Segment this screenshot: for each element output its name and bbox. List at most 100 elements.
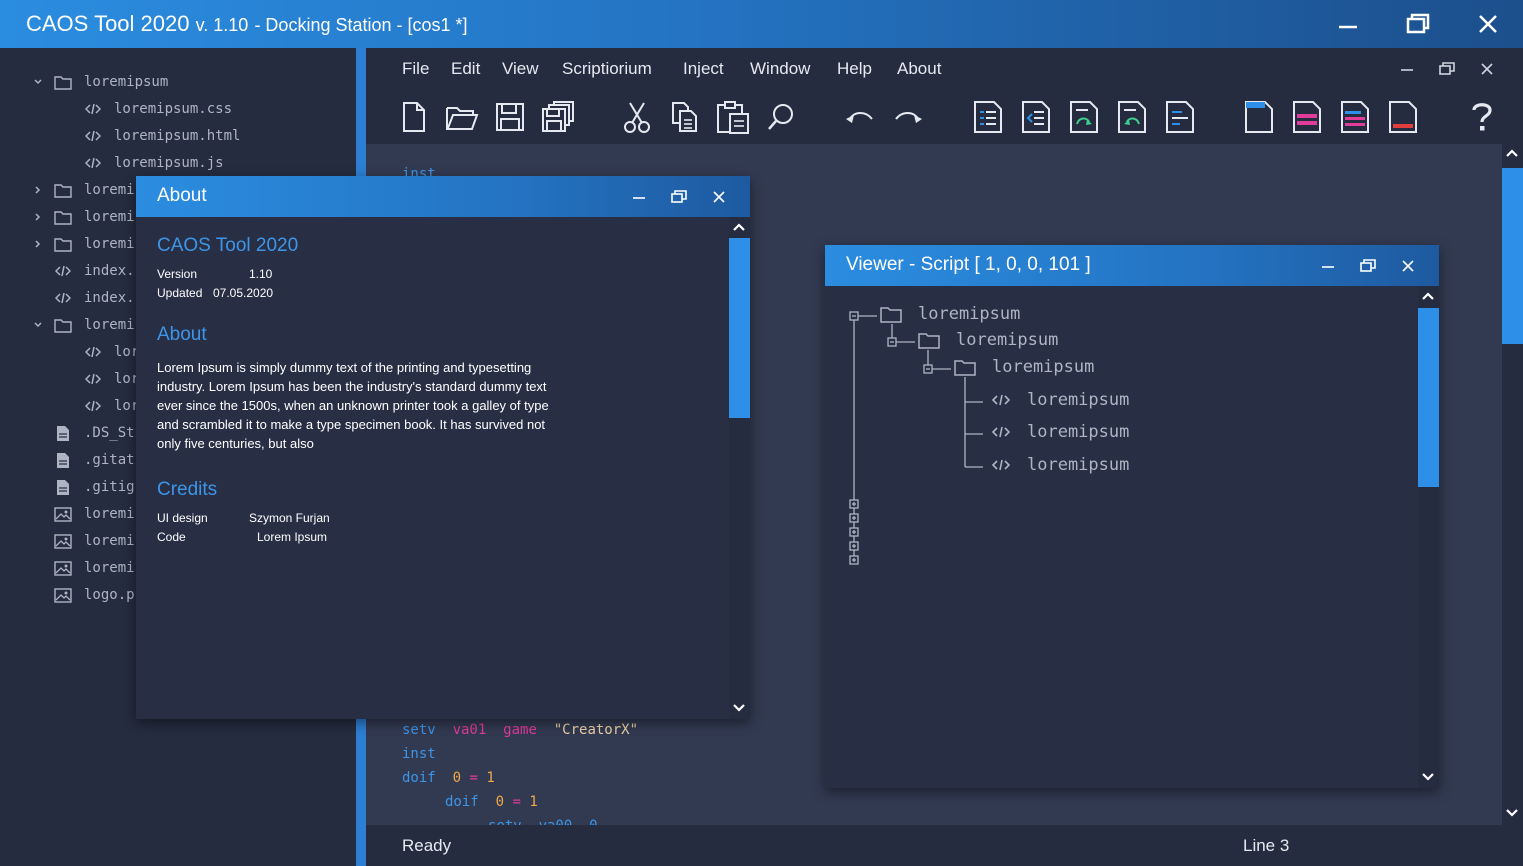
code-line-1: setv va01 game "CreatorX" <box>402 722 639 738</box>
folder-item-icon <box>54 237 72 252</box>
code-item-icon <box>84 373 102 385</box>
open-folder-icon[interactable] <box>443 98 481 136</box>
page-lines-multicolor-icon[interactable] <box>1336 98 1374 136</box>
sidebar-item[interactable]: index. <box>54 285 135 311</box>
redo-icon[interactable] <box>889 98 927 136</box>
code-line-2: inst <box>402 746 436 762</box>
about-close-button[interactable] <box>707 188 731 206</box>
about-scrollbar[interactable] <box>729 217 750 719</box>
search-icon[interactable] <box>762 98 800 136</box>
editor-scroll-thumb[interactable] <box>1502 168 1523 344</box>
sidebar-item[interactable]: .gitig <box>54 474 135 500</box>
undo-icon[interactable] <box>841 98 879 136</box>
scroll-up-icon <box>1506 149 1518 157</box>
document-icon <box>57 425 69 441</box>
viewer-tree-item[interactable]: loremipsum <box>880 304 1020 324</box>
menu-view[interactable]: View <box>502 59 539 79</box>
doc-indent-blue-icon[interactable] <box>1017 98 1055 136</box>
folder-item-icon <box>54 183 72 198</box>
about-dialog-title: About <box>157 185 207 206</box>
about-dialog-titlebar[interactable]: About <box>136 176 750 217</box>
viewer-scroll-thumb[interactable] <box>1418 308 1439 487</box>
viewer-restore-button[interactable] <box>1356 257 1380 275</box>
viewer-close-button[interactable] <box>1396 257 1420 275</box>
doc-redo-green-icon[interactable] <box>1065 98 1103 136</box>
sidebar-item[interactable]: loremipsum.html <box>84 123 240 149</box>
image-item-icon <box>54 560 72 576</box>
about-heading: About <box>157 324 207 345</box>
minimize-button[interactable] <box>1328 8 1368 40</box>
viewer-tree-item[interactable]: loremipsum <box>954 357 1094 377</box>
menu-inject[interactable]: Inject <box>683 59 724 79</box>
close-button[interactable] <box>1468 8 1508 40</box>
sidebar-item[interactable]: .DS_St <box>54 420 135 446</box>
menu-window[interactable]: Window <box>750 59 810 79</box>
doc-list-blue-icon[interactable] <box>969 98 1007 136</box>
sidebar-item-label: loremi <box>84 209 135 225</box>
doc-restore-button[interactable] <box>1435 60 1459 78</box>
help-icon[interactable] <box>1463 98 1501 136</box>
viewer-minimize-button[interactable] <box>1316 257 1340 275</box>
viewer-tree-item[interactable]: loremipsum <box>991 390 1129 410</box>
doc-undo-green-icon[interactable] <box>1113 98 1151 136</box>
file-item-icon <box>54 425 72 442</box>
doc-minimize-button[interactable] <box>1395 60 1419 78</box>
about-restore-button[interactable] <box>667 188 691 206</box>
save-all-icon[interactable] <box>539 98 577 136</box>
new-file-icon[interactable] <box>395 98 433 136</box>
code-credit-value: Lorem Ipsum <box>257 530 328 544</box>
cut-icon[interactable] <box>618 98 656 136</box>
image-file-icon <box>54 587 72 603</box>
viewer-tree-item[interactable]: loremipsum <box>991 455 1129 475</box>
sidebar-item[interactable]: loremi <box>54 501 135 527</box>
doc-lines-blue-icon[interactable] <box>1161 98 1199 136</box>
restore-button[interactable] <box>1398 8 1438 40</box>
about-scroll-thumb[interactable] <box>729 238 750 418</box>
sidebar-item[interactable]: lor <box>84 366 139 392</box>
sidebar-item[interactable]: loremi <box>54 555 135 581</box>
sidebar-item-label: .DS_St <box>84 425 135 441</box>
sidebar-item[interactable]: .gitat <box>54 447 135 473</box>
code-file-icon <box>991 426 1011 438</box>
copy-icon[interactable] <box>666 98 704 136</box>
sidebar-item[interactable]: loremipsum.css <box>84 96 232 122</box>
sidebar-item[interactable]: loremipsum <box>32 69 168 95</box>
menu-edit[interactable]: Edit <box>451 59 480 79</box>
editor-scrollbar[interactable] <box>1502 144 1523 825</box>
sidebar-item[interactable]: lor <box>84 393 139 419</box>
sidebar-item[interactable]: logo.p <box>54 582 135 608</box>
expand-toggle[interactable] <box>32 321 44 329</box>
expand-toggle[interactable] <box>32 239 44 249</box>
menu-file[interactable]: File <box>402 59 429 79</box>
doc-close-button[interactable] <box>1475 60 1499 78</box>
viewer-tree-item[interactable]: loremipsum <box>918 330 1058 350</box>
page-red-icon[interactable] <box>1384 98 1422 136</box>
menu-help[interactable]: Help <box>837 59 872 79</box>
about-minimize-button[interactable] <box>627 188 651 206</box>
chevron-down-icon <box>34 79 42 85</box>
page-pink-icon[interactable] <box>1288 98 1326 136</box>
expand-toggle[interactable] <box>32 185 44 195</box>
sidebar-item-label: loremi <box>84 317 135 333</box>
viewer-dialog-titlebar[interactable]: Viewer - Script [ 1, 0, 0, 101 ] <box>825 245 1439 286</box>
sidebar-item[interactable]: loremi <box>32 204 135 230</box>
sidebar-item[interactable]: loremi <box>32 231 135 257</box>
sidebar-item[interactable]: lor <box>84 339 139 365</box>
page-blue-icon[interactable] <box>1240 98 1278 136</box>
viewer-scrollbar[interactable] <box>1418 286 1439 788</box>
paste-icon[interactable] <box>714 98 752 136</box>
sidebar-item[interactable]: loremi <box>32 177 135 203</box>
file-item-icon <box>54 452 72 469</box>
expand-toggle[interactable] <box>32 212 44 222</box>
expand-toggle[interactable] <box>32 78 44 86</box>
sidebar-item[interactable]: index. <box>54 258 135 284</box>
sidebar-item[interactable]: loremi <box>32 312 135 338</box>
sidebar-item-label: loremipsum.css <box>114 101 233 117</box>
viewer-tree-item[interactable]: loremipsum <box>991 422 1129 442</box>
sidebar-item[interactable]: loremipsum.js <box>84 150 224 176</box>
menu-about[interactable]: About <box>897 59 941 79</box>
minimize-icon <box>1401 69 1413 71</box>
sidebar-item[interactable]: loremi <box>54 528 135 554</box>
menu-scriptiorium[interactable]: Scriptiorium <box>562 59 652 79</box>
save-icon[interactable] <box>491 98 529 136</box>
